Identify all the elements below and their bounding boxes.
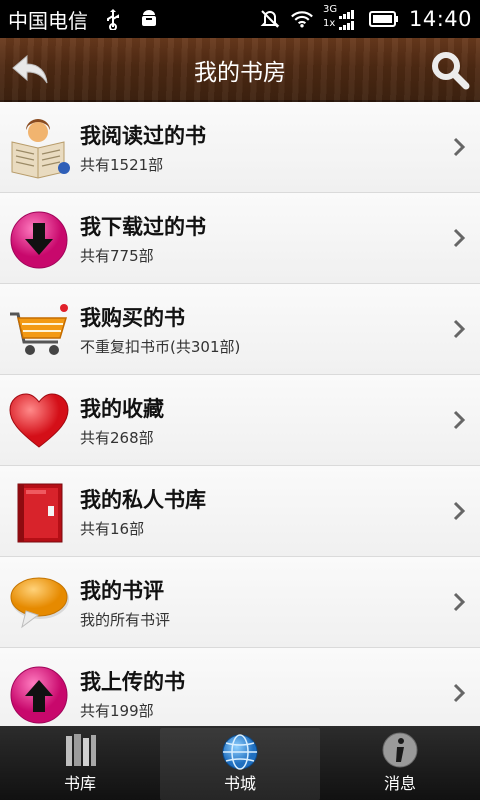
list-item-subtitle: 共有199部 bbox=[80, 702, 154, 720]
download-icon bbox=[10, 211, 68, 269]
list-item-private-library[interactable]: 我的私人书库 共有16部 bbox=[0, 466, 480, 557]
upload-icon bbox=[10, 666, 68, 724]
list-item-subtitle: 我的所有书评 bbox=[80, 611, 171, 629]
list-item-title: 我的收藏 bbox=[80, 397, 164, 421]
list-item-subtitle: 不重复扣书币(共301部) bbox=[80, 338, 241, 356]
heart-icon bbox=[9, 393, 69, 448]
tab-label: 消息 bbox=[383, 774, 416, 793]
cabinet-icon bbox=[17, 483, 63, 543]
search-icon[interactable] bbox=[430, 50, 470, 90]
list-item-downloaded-books[interactable]: 我下载过的书 共有775部 bbox=[0, 193, 480, 284]
chevron-right-icon bbox=[453, 592, 466, 612]
page-title: 我的书房 bbox=[194, 60, 286, 86]
books-icon bbox=[66, 734, 96, 766]
comment-icon bbox=[10, 577, 69, 629]
cart-icon bbox=[10, 304, 68, 355]
title-bar: 我的书房 bbox=[0, 38, 480, 102]
tab-label: 书库 bbox=[63, 774, 96, 793]
list-item-subtitle: 共有1521部 bbox=[80, 156, 164, 174]
usb-icon bbox=[107, 9, 119, 30]
list-item-read-books[interactable]: 我阅读过的书 共有1521部 bbox=[0, 102, 480, 193]
list-item-subtitle: 共有775部 bbox=[80, 247, 154, 265]
tab-bookstore[interactable]: 书城 bbox=[160, 728, 320, 800]
list-item-title: 我的私人书库 bbox=[80, 488, 206, 512]
list-item-title: 我购买的书 bbox=[80, 306, 185, 330]
list-item-purchased-books[interactable]: 我购买的书 不重复扣书币(共301部) bbox=[0, 284, 480, 375]
list-item-favorites[interactable]: 我的收藏 共有268部 bbox=[0, 375, 480, 466]
bottom-tab-bar: 书库 书城 消息 bbox=[0, 726, 480, 800]
list-item-title: 我上传的书 bbox=[80, 670, 185, 694]
carrier-label: 中国电信 bbox=[8, 8, 88, 33]
battery-icon bbox=[368, 11, 398, 27]
chevron-right-icon bbox=[453, 319, 466, 339]
list-item-title: 我阅读过的书 bbox=[80, 124, 206, 148]
list-item-subtitle: 共有16部 bbox=[80, 520, 145, 538]
signal-bars-icon bbox=[338, 10, 354, 30]
list-item-title: 我下载过的书 bbox=[80, 215, 206, 239]
tab-label: 书城 bbox=[223, 774, 256, 793]
bookroom-list: 我阅读过的书 共有1521部 我下载过的书 共有775部 我购买的书 不重复扣书… bbox=[0, 102, 480, 726]
clock: 14:40 bbox=[408, 7, 472, 31]
list-item-subtitle: 共有268部 bbox=[80, 429, 154, 447]
chevron-right-icon bbox=[453, 137, 466, 157]
android-debug-icon bbox=[142, 10, 156, 26]
signal-indicator: 3G 1x bbox=[323, 4, 359, 32]
list-item-uploaded-books[interactable]: 我上传的书 共有199部 bbox=[0, 648, 480, 726]
wifi-icon bbox=[291, 11, 313, 28]
list-item-title: 我的书评 bbox=[80, 579, 164, 603]
chevron-right-icon bbox=[453, 228, 466, 248]
reader-icon bbox=[11, 119, 70, 179]
tab-messages[interactable]: 消息 bbox=[320, 726, 480, 800]
info-icon bbox=[382, 732, 418, 768]
mute-icon bbox=[260, 10, 280, 28]
chevron-right-icon bbox=[453, 410, 466, 430]
globe-icon bbox=[222, 734, 258, 770]
chevron-right-icon bbox=[453, 683, 466, 703]
status-bar: 中国电信 3G 1x 14:40 bbox=[0, 0, 480, 38]
list-item-book-reviews[interactable]: 我的书评 我的所有书评 bbox=[0, 557, 480, 648]
chevron-right-icon bbox=[453, 501, 466, 521]
tab-library[interactable]: 书库 bbox=[0, 726, 160, 800]
